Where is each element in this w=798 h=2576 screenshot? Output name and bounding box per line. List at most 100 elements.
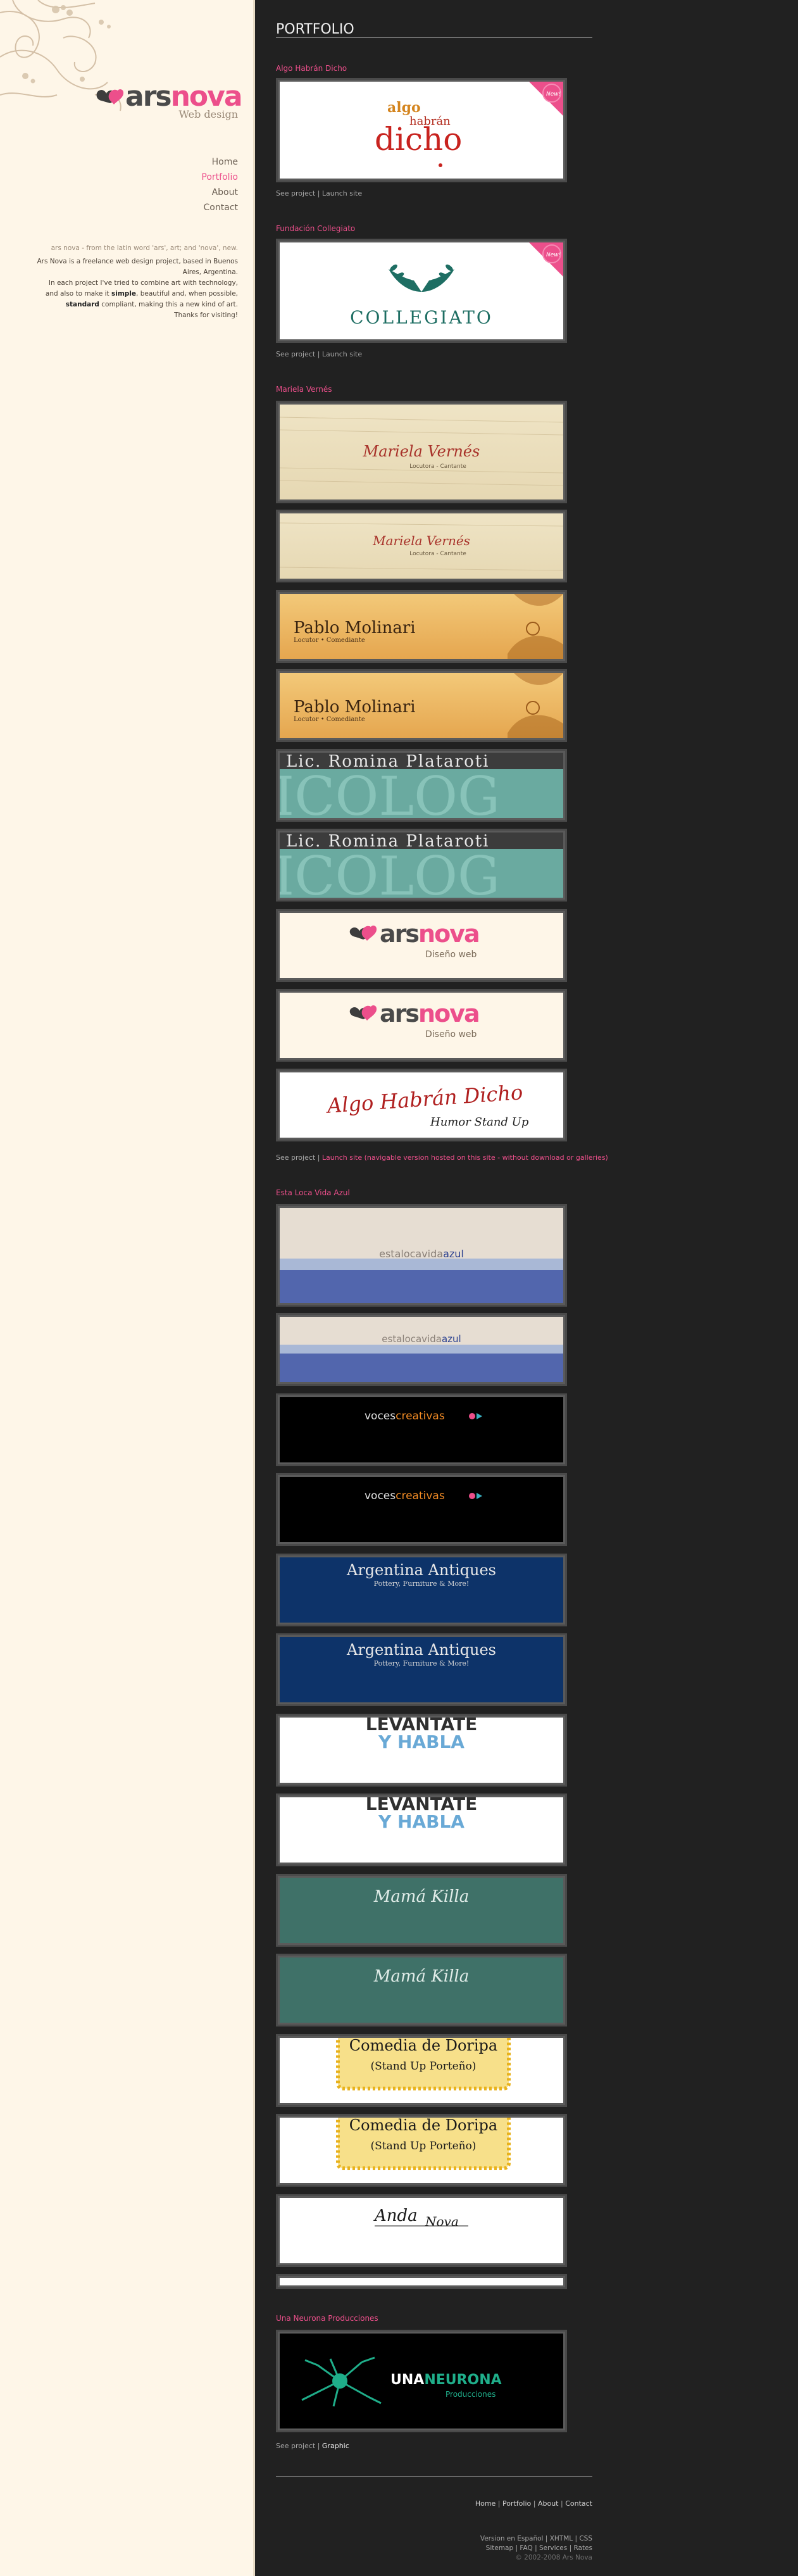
launch-site-link[interactable]: Launch site [322, 189, 362, 198]
romina-bg-word: ICOLOG [280, 765, 500, 818]
thumb-mariela-1[interactable]: Mariela Vernés Locutora - Cantante [276, 401, 567, 503]
svg-text:Diseño web: Diseño web [425, 950, 477, 960]
section-title-mariela: Mariela Vernés [276, 385, 332, 394]
svg-text:(Stand Up Porteño): (Stand Up Porteño) [371, 2140, 477, 2152]
thumb-romina-2[interactable]: ICOLOG Lic. Romina Plataroti [276, 829, 567, 902]
pablo-graphic-1: Pablo Molinari Locutor • Comediante [294, 594, 563, 659]
thumb-algo-habran-dicho[interactable]: algo habrán dicho New! [276, 78, 567, 182]
thumb-romina-1[interactable]: ICOLOG Lic. Romina Plataroti [276, 749, 567, 822]
svg-text:Pottery, Furniture & More!: Pottery, Furniture & More! [374, 1659, 470, 1668]
launch-site-link[interactable]: Launch site (navigable version hosted on… [322, 1153, 608, 1162]
thumb-arsnova-2[interactable]: arsnova Diseño web [276, 989, 567, 1062]
thumb-levantate-2[interactable]: LEVANTATE Y HABLA [276, 1794, 567, 1866]
services-link[interactable]: Services [539, 2544, 567, 2552]
launch-site-link[interactable]: Launch site [322, 350, 362, 358]
svg-text:Mamá Killa: Mamá Killa [373, 1887, 469, 1906]
svg-text:estalocavidaazul: estalocavidaazul [382, 1333, 461, 1345]
thumb-estaloca-1[interactable]: estalocavidaazul [276, 1204, 567, 1307]
collegiato-name: COLLEGIATO [350, 307, 493, 328]
see-project-link[interactable]: See project [276, 350, 315, 358]
page-title: PORTFOLIO [276, 22, 354, 37]
svg-text:Mamá Killa: Mamá Killa [373, 1967, 469, 1986]
svg-text:Nova: Nova [425, 2214, 459, 2229]
thumb-doripa-1[interactable]: Comedia de Doripa (Stand Up Porteño) [276, 2034, 567, 2107]
main-nav: Home Portfolio About Contact [201, 154, 238, 215]
new-badge-icon: New! [529, 82, 563, 116]
thumb-estaloca-2[interactable]: estalocavidaazul [276, 1313, 567, 1386]
svg-text:Pottery, Furniture & More!: Pottery, Furniture & More! [374, 1580, 470, 1588]
algo-standup-graphic: Algo Habrán Dicho Humor Stand Up [325, 1080, 529, 1129]
nav-contact[interactable]: Contact [201, 200, 238, 215]
doripa-graphic-1: Comedia de Doripa (Stand Up Porteño) [336, 2038, 511, 2090]
about-blurb: ars nova - from the latin word 'ars', ar… [29, 243, 239, 321]
svg-text:vocescreativas: vocescreativas [365, 1490, 445, 1502]
thumb-voces-2[interactable]: vocescreativas [276, 1473, 567, 1546]
svg-text:(Stand Up Porteño): (Stand Up Porteño) [371, 2060, 477, 2073]
mariela-role: Locutora - Cantante [409, 463, 466, 470]
links-algo: See project | Launch site [276, 189, 363, 198]
nav-about[interactable]: About [201, 185, 238, 200]
thumb-mama-killa-1[interactable]: Mamá Killa [276, 1874, 567, 1947]
css-link[interactable]: CSS [579, 2535, 592, 2542]
voces-graphic-2: vocescreativas [365, 1490, 482, 1502]
thumb-partial[interactable] [276, 2274, 567, 2289]
footer-meta-line-1: Version en Español | XHTML | CSS [480, 2535, 592, 2542]
links-neurona: See project | Graphic [276, 2442, 349, 2450]
logo-heart-icon [96, 89, 124, 104]
svg-text:New!: New! [546, 252, 561, 258]
footer-nav: Home | Portfolio | About | Contact [475, 2499, 592, 2508]
thumb-pablo-1[interactable]: Pablo Molinari Locutor • Comediante [276, 590, 567, 663]
title-divider [276, 37, 592, 38]
mama-killa-graphic-1: Mamá Killa [373, 1887, 469, 1906]
pablo-graphic-2: Pablo Molinari Locutor • Comediante [294, 673, 563, 738]
see-project-link[interactable]: See project [276, 2442, 315, 2450]
doripa-graphic-2: Comedia de Doripa (Stand Up Porteño) [336, 2118, 511, 2170]
site-logo[interactable]: arsnova Web design [95, 80, 243, 120]
svg-text:Anda: Anda [373, 2206, 418, 2225]
algo-word-3: dicho [375, 121, 462, 158]
about-line-2: and also to make it simple, beautiful an… [45, 290, 238, 298]
svg-text:UNANEURONA: UNANEURONA [390, 2372, 502, 2388]
nav-portfolio[interactable]: Portfolio [201, 170, 238, 185]
thumb-arsnova-1[interactable]: arsnova Diseño web [276, 909, 567, 982]
thumb-pablo-2[interactable]: Pablo Molinari Locutor • Comediante [276, 669, 567, 742]
svg-text:Diseño web: Diseño web [425, 1029, 477, 1040]
svg-text:estalocavidaazul: estalocavidaazul [379, 1248, 464, 1260]
faq-link[interactable]: FAQ [520, 2544, 532, 2552]
thumb-mama-killa-2[interactable]: Mamá Killa [276, 1954, 567, 2026]
thumb-mariela-2[interactable]: Mariela Vernés Locutora - Cantante [276, 510, 567, 582]
footer-contact-link[interactable]: Contact [565, 2499, 592, 2508]
thumb-doripa-2[interactable]: Comedia de Doripa (Stand Up Porteño) [276, 2114, 567, 2187]
footer-about-link[interactable]: About [538, 2499, 559, 2508]
mariela-name: Mariela Vernés [363, 443, 480, 460]
footer-home-link[interactable]: Home [475, 2499, 496, 2508]
romina-graphic-2: ICOLOG Lic. Romina Plataroti [280, 832, 563, 898]
thumb-anda-nova[interactable]: Anda Nova [276, 2194, 567, 2267]
svg-text:Y HABLA: Y HABLA [378, 1731, 464, 1752]
thumb-levantate-1[interactable]: LEVANTATE Y HABLA [276, 1714, 567, 1787]
see-project-link[interactable]: See project [276, 189, 315, 198]
svg-text:Comedia de Doripa: Comedia de Doripa [349, 2118, 497, 2134]
sitemap-link[interactable]: Sitemap [486, 2544, 514, 2552]
thumb-neurona[interactable]: UNANEURONA Producciones [276, 2330, 567, 2432]
mama-killa-graphic-2: Mamá Killa [373, 1967, 469, 1986]
voces-graphic-1: vocescreativas [365, 1410, 482, 1423]
antiques-graphic-2: Argentina Antiques Pottery, Furniture & … [346, 1641, 496, 1668]
rates-link[interactable]: Rates [573, 2544, 592, 2552]
graphic-link[interactable]: Graphic [322, 2442, 349, 2450]
footer-portfolio-link[interactable]: Portfolio [502, 2499, 531, 2508]
thumb-voces-1[interactable]: vocescreativas [276, 1393, 567, 1466]
antiques-graphic-1: Argentina Antiques Pottery, Furniture & … [346, 1561, 496, 1588]
romina-graphic-1: ICOLOG Lic. Romina Plataroti [280, 753, 563, 818]
logo-subtitle: Web design [178, 108, 238, 120]
thumb-collegiato[interactable]: COLLEGIATO New! [276, 239, 567, 343]
thumb-antiques-2[interactable]: Argentina Antiques Pottery, Furniture & … [276, 1633, 567, 1706]
thumb-antiques-1[interactable]: Argentina Antiques Pottery, Furniture & … [276, 1554, 567, 1626]
spanish-version-link[interactable]: Version en Español [480, 2535, 544, 2542]
svg-text:Comedia de Doripa: Comedia de Doripa [349, 2038, 497, 2054]
thumb-algo-standup[interactable]: Algo Habrán Dicho Humor Stand Up [276, 1069, 567, 1141]
svg-text:arsnova: arsnova [380, 920, 479, 948]
see-project-link[interactable]: See project [276, 1153, 315, 1162]
nav-home[interactable]: Home [201, 154, 238, 170]
xhtml-link[interactable]: XHTML [550, 2535, 573, 2542]
